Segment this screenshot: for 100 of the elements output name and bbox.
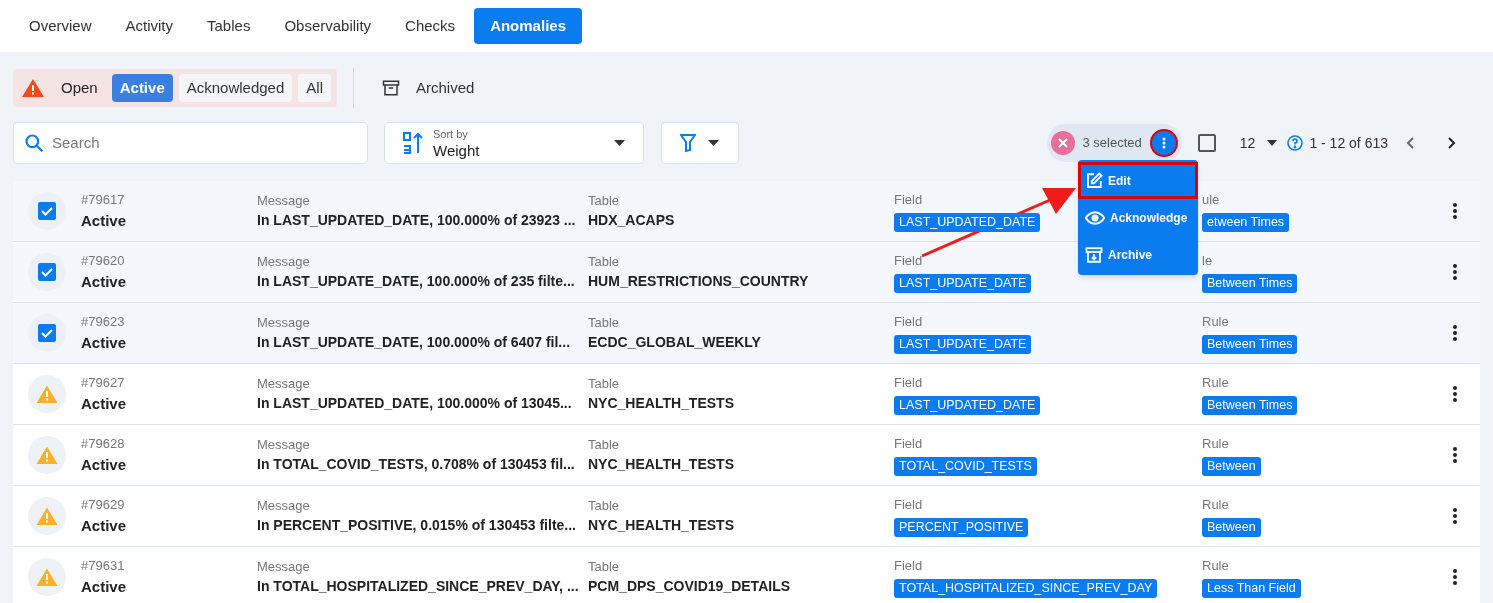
selected-count: 3 selected [1082, 134, 1142, 153]
status-option[interactable]: Active [111, 74, 173, 102]
column-label: Message [257, 313, 311, 332]
chevron-left-icon [1406, 137, 1414, 149]
rule-tag: Between [1202, 456, 1261, 476]
more-options-icon [1161, 137, 1166, 149]
anomaly-id: #79620 [81, 252, 126, 270]
anomaly-id: #79631 [81, 557, 126, 575]
eye-icon [1085, 209, 1105, 226]
anomaly-status: Active [81, 393, 128, 414]
row-checkbox[interactable] [28, 253, 66, 291]
column-label: Table [588, 252, 621, 271]
chevron-right-icon [1448, 137, 1456, 149]
field-tag: LAST_UPDATED_DATE [894, 212, 1041, 232]
anomaly-id: #79627 [81, 374, 126, 392]
more-options-icon[interactable] [1452, 568, 1458, 586]
rule-tag: Between [1202, 517, 1261, 537]
rule-tag: Between Times [1202, 334, 1298, 354]
filter-dropdown[interactable] [661, 122, 739, 164]
checkmark-icon [38, 263, 56, 281]
caret-icon [708, 140, 719, 146]
field-tag: TOTAL_HOSPITALIZED_SINCE_PREV_DAY [894, 578, 1158, 598]
column-label: Table [588, 313, 621, 332]
anomaly-status: Active [81, 454, 128, 475]
column-label: Table [588, 557, 621, 576]
anomaly-row[interactable]: #79627 Active Message In LAST_UPDATED_DATE, 100.000% of 13045... Table NYC_HEALTH_TESTS Field LAST_UPDATED_DATE Rule Between Times [13, 364, 1480, 425]
column-label: ule [1202, 191, 1220, 210]
checkmark-icon [38, 324, 56, 342]
menu-item[interactable]: Edit [1078, 162, 1198, 199]
tab[interactable]: Activity [110, 8, 189, 44]
bulk-actions-button[interactable] [1149, 129, 1178, 157]
warning-icon [36, 507, 58, 525]
search-field[interactable]: Search [13, 122, 368, 164]
page-range: 1 - 12 of 613 [1309, 133, 1388, 153]
warning-icon [36, 568, 58, 586]
row-checkbox[interactable] [28, 192, 66, 230]
field-tag: LAST_UPDATE_DATE [894, 334, 1032, 354]
tab[interactable]: Checks [390, 8, 471, 44]
more-options-icon[interactable] [1452, 507, 1458, 525]
anomaly-id: #79623 [81, 313, 126, 331]
column-label: Field [894, 191, 923, 210]
open-label: Open [60, 77, 99, 98]
sort-dropdown[interactable]: Sort by Weight [384, 122, 644, 164]
tab[interactable]: Overview [14, 8, 107, 44]
column-label: Message [257, 496, 311, 515]
column-label: Field [894, 374, 923, 393]
column-label: Rule [1202, 374, 1229, 393]
more-options-icon[interactable] [1452, 385, 1458, 403]
select-all-checkbox[interactable] [1197, 134, 1216, 152]
warning-icon [36, 446, 58, 464]
column-label: Message [257, 252, 311, 271]
anomaly-row[interactable]: #79629 Active Message In PERCENT_POSITIVE, 0.015% of 130453 filte... Table NYC_HEALTH_TESTS Field PERCENT_POSITIVE Rule Between [13, 486, 1480, 547]
menu-item[interactable]: Acknowledge [1078, 199, 1198, 236]
more-options-icon[interactable] [1452, 202, 1458, 220]
rule-tag: Between Times [1202, 273, 1298, 293]
archived-button[interactable]: Archived [370, 76, 487, 100]
sort-value: Weight [433, 142, 480, 158]
column-label: Message [257, 557, 311, 576]
clear-selection-button[interactable] [1050, 131, 1075, 155]
edit-icon [1085, 171, 1103, 190]
more-options-icon[interactable] [1452, 324, 1458, 342]
warning-icon [22, 79, 44, 97]
anomaly-message: In LAST_UPDATED_DATE, 100.000% of 13045... [257, 394, 573, 414]
anomaly-status: Active [81, 332, 128, 353]
archive-icon [382, 79, 400, 97]
anomaly-row[interactable]: #79631 Active Message In TOTAL_HOSPITALIZED_SINCE_PREV_DAY, ... Table PCM_DPS_COVID19_DETAILS Field TOTAL_HOSPITALIZED_SINCE_PREV_DAY Rule Less Than Field [13, 547, 1480, 603]
column-label: Table [588, 374, 621, 393]
column-label: Rule [1202, 313, 1229, 332]
sort-icon [403, 132, 423, 154]
anomaly-row[interactable]: #79628 Active Message In TOTAL_COVID_TESTS, 0.708% of 130453 fil... Table NYC_HEALTH_TESTS Field TOTAL_COVID_TESTS Rule Between [13, 425, 1480, 486]
row-checkbox[interactable] [28, 314, 66, 352]
warning-icon [36, 385, 58, 403]
status-option[interactable]: Acknowledged [178, 74, 293, 102]
anomaly-status: Active [81, 210, 128, 231]
rule-tag: Less Than Field [1202, 578, 1301, 598]
table-name: NYC_HEALTH_TESTS [588, 394, 735, 414]
search-icon [24, 133, 44, 153]
more-options-icon[interactable] [1452, 263, 1458, 281]
table-name: PCM_DPS_COVID19_DETAILS [588, 577, 791, 597]
tab[interactable]: Anomalies [474, 8, 582, 44]
anomaly-message: In TOTAL_COVID_TESTS, 0.708% of 130453 fil... [257, 455, 576, 475]
archive-icon [1085, 245, 1103, 264]
anomaly-row[interactable]: #79623 Active Message In LAST_UPDATE_DATE, 100.000% of 6407 fil... Table ECDC_GLOBAL_WEEKLY Field LAST_UPDATE_DATE Rule Between Times [13, 303, 1480, 364]
anomaly-message: In TOTAL_HOSPITALIZED_SINCE_PREV_DAY, ... [257, 577, 580, 597]
tab[interactable]: Observability [269, 8, 387, 44]
page-size-dropdown[interactable]: 12 [1239, 132, 1278, 154]
anomaly-message: In LAST_UPDATE_DATE, 100.000% of 6407 fil... [257, 333, 572, 353]
tab[interactable]: Tables [192, 8, 266, 44]
status-option[interactable]: All [298, 74, 331, 102]
column-label: Rule [1202, 557, 1229, 576]
checkmark-icon [38, 202, 56, 220]
column-label: Field [894, 313, 923, 332]
column-label: Rule [1202, 496, 1229, 515]
search-input[interactable]: Search [52, 131, 342, 155]
column-label: Field [894, 435, 923, 454]
help-icon[interactable] [1287, 135, 1304, 151]
table-name: ECDC_GLOBAL_WEEKLY [588, 333, 762, 353]
column-label: Table [588, 191, 621, 210]
more-options-icon[interactable] [1452, 446, 1458, 464]
column-label: le [1202, 252, 1213, 271]
